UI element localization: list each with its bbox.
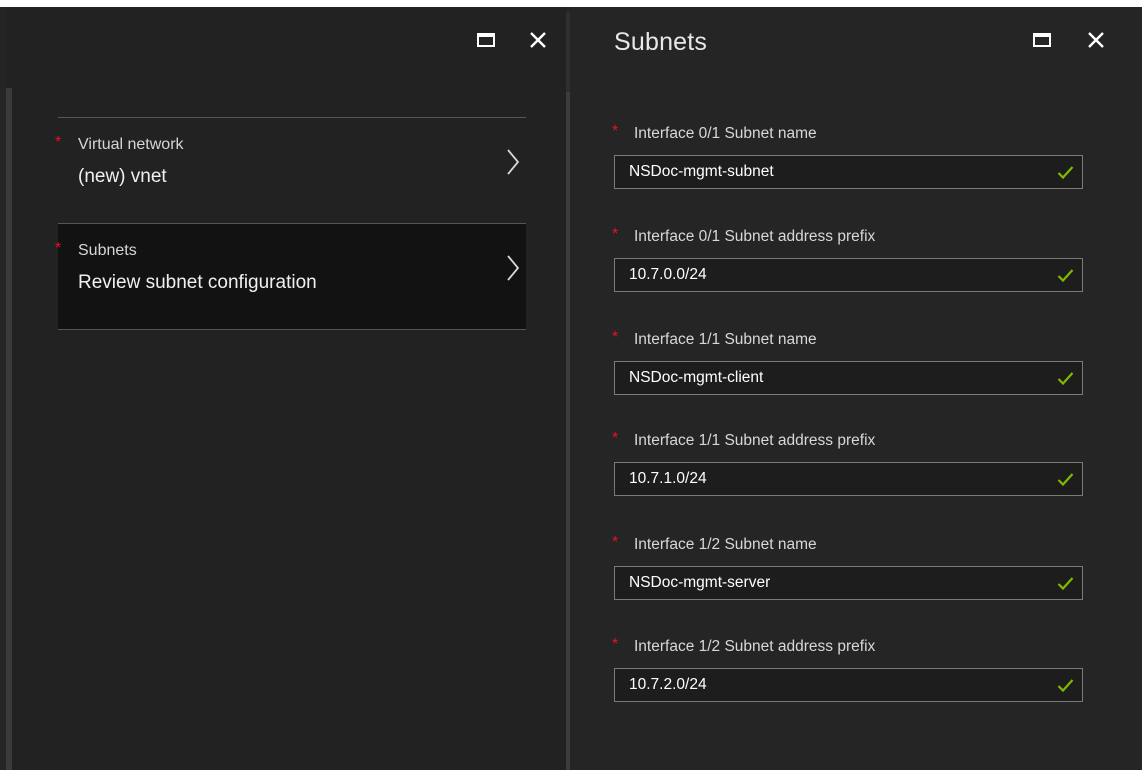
required-asterisk: *	[612, 123, 619, 140]
required-asterisk: *	[612, 636, 619, 653]
interface-1-2-subnet-name-input[interactable]: NSDoc-mgmt-server	[614, 566, 1083, 600]
close-icon	[530, 32, 546, 48]
checkmark-icon	[1057, 679, 1074, 693]
list-divider	[58, 329, 526, 330]
close-icon	[1088, 32, 1104, 48]
interface-1-1-subnet-prefix-input[interactable]: 10.7.1.0/24	[614, 462, 1083, 496]
maximize-icon	[477, 33, 495, 47]
chevron-right-icon	[507, 255, 520, 281]
field-label: Interface 0/1 Subnet name	[634, 125, 817, 142]
left-maximize-button[interactable]	[474, 28, 498, 52]
field-label: Interface 1/2 Subnet address prefix	[634, 638, 876, 655]
virtual-network-label: Virtual network	[78, 136, 184, 153]
checkmark-icon	[1057, 577, 1074, 591]
checkmark-icon	[1057, 269, 1074, 283]
subnets-label: Subnets	[78, 242, 137, 259]
required-asterisk: *	[612, 226, 619, 243]
required-asterisk: *	[55, 134, 62, 151]
left-blade-scrollbar[interactable]	[6, 88, 12, 770]
interface-0-1-subnet-prefix-input[interactable]: 10.7.0.0/24	[614, 258, 1083, 292]
field-label: Interface 0/1 Subnet address prefix	[634, 228, 876, 245]
required-asterisk: *	[612, 430, 619, 447]
interface-1-1-subnet-name-input[interactable]: NSDoc-mgmt-client	[614, 361, 1083, 395]
interface-1-2-subnet-prefix-input[interactable]: 10.7.2.0/24	[614, 668, 1083, 702]
virtual-network-value: (new) vnet	[78, 166, 167, 187]
maximize-icon	[1033, 33, 1051, 47]
checkmark-icon	[1057, 372, 1074, 386]
blade-title: Subnets	[614, 28, 708, 56]
virtual-network-item[interactable]: * Virtual network (new) vnet	[55, 118, 526, 224]
field-label: Interface 1/2 Subnet name	[634, 536, 817, 553]
interface-0-1-subnet-name-input[interactable]: NSDoc-mgmt-subnet	[614, 155, 1083, 189]
required-asterisk: *	[612, 534, 619, 551]
chevron-right-icon	[507, 149, 520, 175]
checkmark-icon	[1057, 473, 1074, 487]
left-close-button[interactable]	[526, 28, 550, 52]
right-maximize-button[interactable]	[1030, 28, 1054, 52]
checkmark-icon	[1057, 166, 1074, 180]
required-asterisk: *	[55, 240, 62, 257]
field-label: Interface 1/1 Subnet address prefix	[634, 432, 876, 449]
required-asterisk: *	[612, 329, 619, 346]
subnets-value: Review subnet configuration	[78, 272, 317, 293]
subnets-item[interactable]: * Subnets Review subnet configuration	[55, 224, 526, 330]
field-label: Interface 1/1 Subnet name	[634, 331, 817, 348]
right-close-button[interactable]	[1084, 28, 1108, 52]
